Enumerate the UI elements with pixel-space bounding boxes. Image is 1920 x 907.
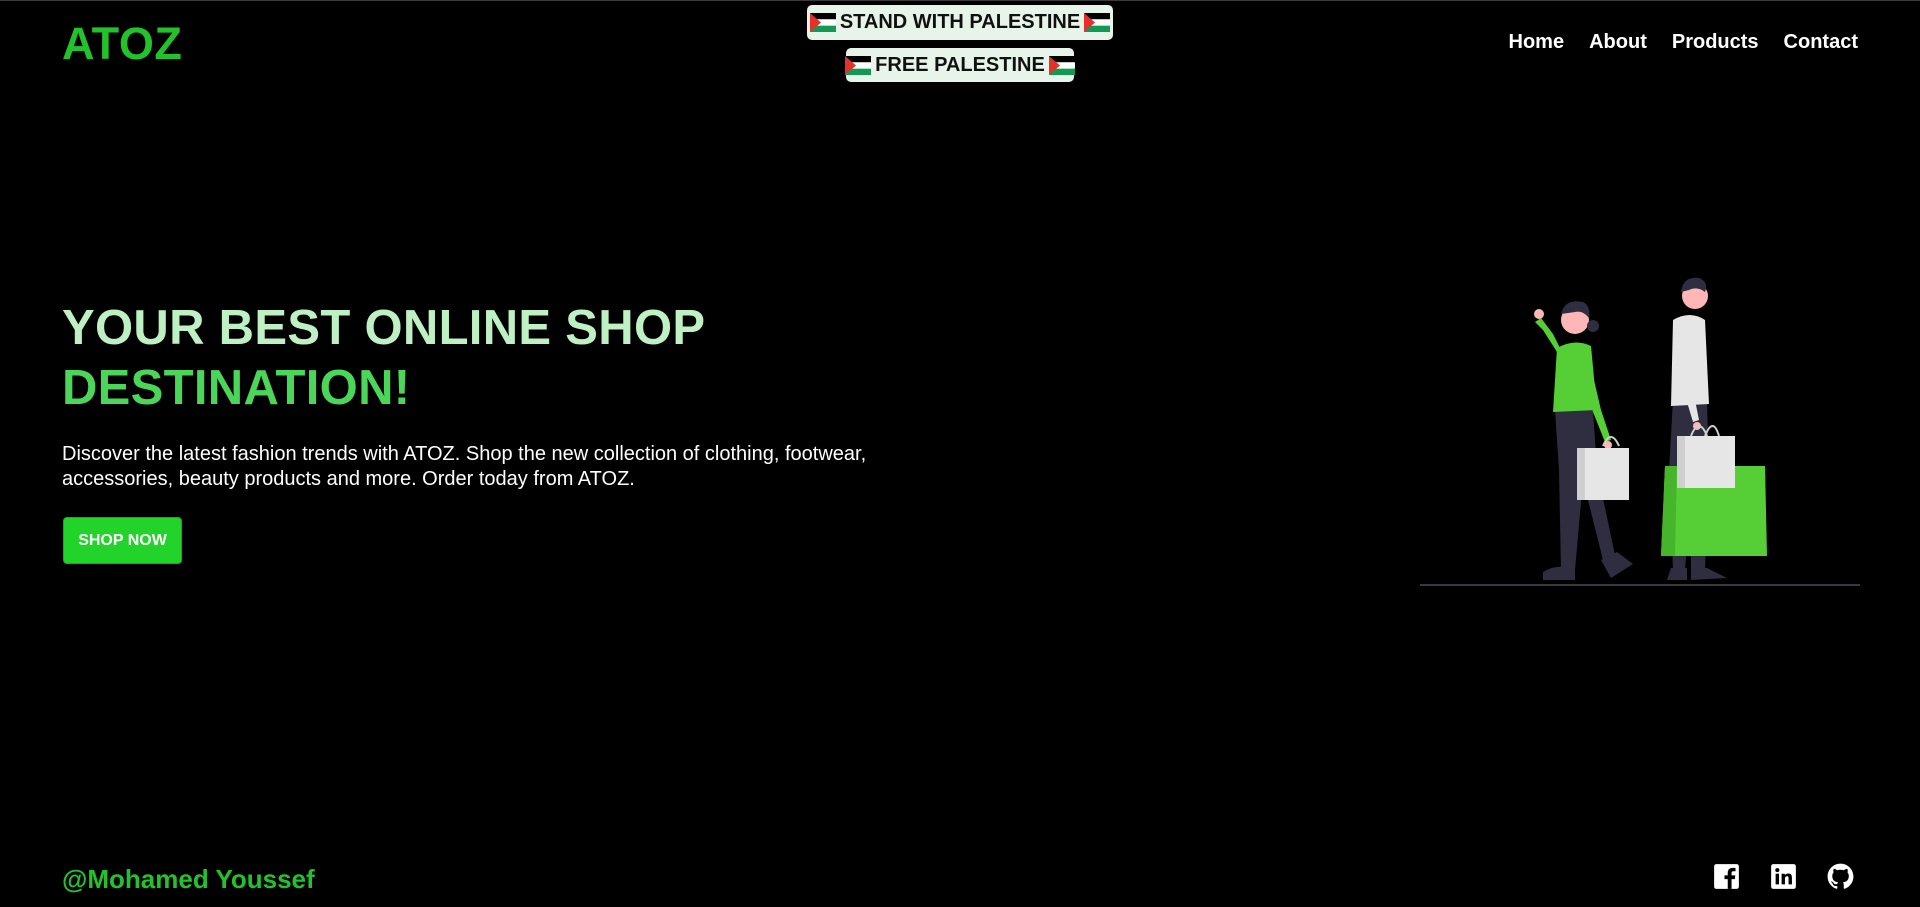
hero-description: Discover the latest fashion trends with …: [62, 443, 867, 490]
author-credit[interactable]: @Mohamed Youssef: [62, 864, 315, 895]
palestine-flag-icon: [845, 55, 872, 75]
landing-page: ATOZ STAND WITH PALESTINE FREE PALESTINE…: [0, 0, 1920, 907]
nav-about[interactable]: About: [1589, 31, 1647, 54]
palestine-flag-icon: [809, 13, 836, 32]
palestine-banner-stand: STAND WITH PALESTINE: [807, 5, 1113, 40]
linkedin-icon[interactable]: [1770, 863, 1797, 890]
site-logo[interactable]: ATOZ: [62, 18, 182, 70]
main-nav: Home About Products Contact: [1509, 31, 1858, 54]
nav-products[interactable]: Products: [1672, 31, 1759, 54]
banner-text: STAND WITH PALESTINE: [839, 11, 1081, 33]
shop-now-button[interactable]: SHOP NOW: [63, 517, 182, 564]
top-border: [0, 0, 1920, 1]
hero-title-line2: DESTINATION!: [62, 361, 411, 415]
palestine-flag-icon: [1084, 13, 1111, 32]
nav-home[interactable]: Home: [1509, 31, 1565, 54]
banner-text: FREE PALESTINE: [875, 53, 1045, 76]
hero-title: YOUR BEST ONLINE SHOP DESTINATION!: [62, 298, 822, 418]
nav-contact[interactable]: Contact: [1784, 31, 1858, 54]
hero-title-line1: YOUR BEST ONLINE SHOP: [62, 301, 706, 355]
palestine-banner-free: FREE PALESTINE: [845, 48, 1075, 82]
facebook-icon[interactable]: [1713, 863, 1740, 890]
github-icon[interactable]: [1827, 863, 1854, 890]
shopping-people-illustration: [1415, 270, 1860, 590]
social-links: [1713, 863, 1854, 890]
palestine-flag-icon: [1048, 55, 1075, 75]
